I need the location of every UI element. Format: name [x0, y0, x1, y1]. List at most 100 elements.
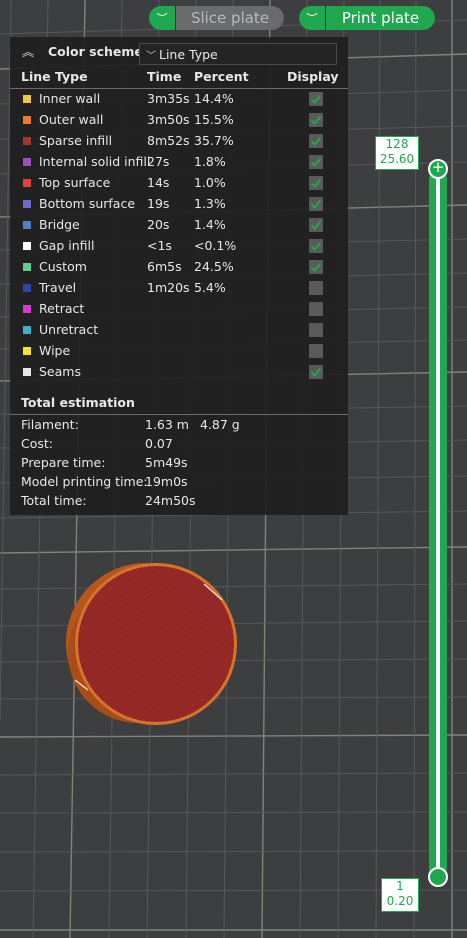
line-type-row: Bridge 20s 1.4% [10, 216, 348, 237]
color-scheme-value: Line Type [159, 46, 218, 62]
print-dropdown-chevron-icon[interactable]: ︶ [299, 6, 326, 30]
line-type-name: Retract [39, 301, 85, 316]
color-scheme-select[interactable]: ﹀ Line Type [139, 43, 337, 65]
line-type-name: Sparse infill [39, 133, 113, 148]
line-type-time: 19s [147, 196, 170, 211]
line-type-percent: 1.3% [194, 196, 226, 211]
layer-slider-top-handle[interactable]: + [428, 158, 448, 179]
total-estimation-title: Total estimation [21, 395, 135, 410]
display-checkbox[interactable] [309, 197, 323, 211]
line-type-name: Wipe [39, 343, 71, 358]
line-type-name: Bridge [39, 217, 80, 232]
check-icon [310, 262, 322, 272]
line-type-percent: 14.4% [194, 91, 234, 106]
display-checkbox[interactable] [309, 302, 323, 316]
slice-plate-label: Slice plate [176, 6, 284, 30]
line-type-time: 6m5s [147, 259, 182, 274]
line-type-time: 1m20s [147, 280, 190, 295]
estimation-value: 19m0s [145, 474, 188, 489]
check-icon [310, 94, 322, 104]
line-type-name: Gap infill [39, 238, 95, 253]
color-swatch [23, 95, 31, 103]
plus-icon: + [431, 158, 445, 176]
line-type-row: Bottom surface 19s 1.3% [10, 195, 348, 216]
color-swatch [23, 305, 31, 313]
display-checkbox[interactable] [309, 344, 323, 358]
line-type-time: 20s [147, 217, 170, 232]
estimation-value2: 4.87 g [200, 417, 240, 432]
line-type-row: Gap infill <1s <0.1% [10, 237, 348, 258]
line-type-percent: 24.5% [194, 259, 234, 274]
line-type-row: Travel 1m20s 5.4% [10, 279, 348, 300]
top-layer-height: 25.60 [379, 152, 415, 166]
color-scheme-panel: ︽ Color scheme ﹀ Line Type Line Type Tim… [10, 37, 348, 515]
color-swatch [23, 137, 31, 145]
line-type-row: Retract [10, 300, 348, 321]
slice-plate-button[interactable]: ︶ Slice plate [149, 6, 284, 30]
check-icon [310, 157, 322, 167]
estimation-row: Total time: 24m50s [10, 493, 348, 512]
line-type-time: 14s [147, 175, 170, 190]
top-layer-tag: 128 25.60 [375, 136, 419, 170]
line-type-time: <1s [147, 238, 172, 253]
slice-dropdown-chevron-icon[interactable]: ︶ [149, 6, 176, 30]
collapse-chevron-icon[interactable]: ︽ [22, 43, 34, 60]
line-type-name: Custom [39, 259, 87, 274]
line-type-name: Top surface [39, 175, 111, 190]
display-checkbox[interactable] [309, 323, 323, 337]
display-checkbox[interactable] [309, 218, 323, 232]
line-type-percent: <0.1% [194, 238, 237, 253]
check-icon [310, 115, 322, 125]
bottom-layer-height: 0.20 [386, 894, 414, 908]
color-swatch [23, 326, 31, 334]
display-checkbox[interactable] [309, 155, 323, 169]
check-icon [310, 136, 322, 146]
line-type-time: 3m50s [147, 112, 190, 127]
display-checkbox[interactable] [309, 260, 323, 274]
color-swatch [23, 200, 31, 208]
estimation-value: 1.63 m [145, 417, 189, 432]
line-type-name: Travel [39, 280, 77, 295]
header-divider [10, 88, 348, 89]
display-checkbox[interactable] [309, 134, 323, 148]
estimation-row: Prepare time: 5m49s [10, 455, 348, 474]
display-checkbox[interactable] [309, 113, 323, 127]
color-scheme-label: Color scheme [48, 44, 143, 59]
panel-header: ︽ Color scheme ﹀ Line Type [10, 37, 348, 67]
layer-slider-range [436, 175, 440, 872]
display-checkbox[interactable] [309, 365, 323, 379]
chevron-down-icon: ﹀ [146, 50, 156, 62]
line-type-row: Custom 6m5s 24.5% [10, 258, 348, 279]
bottom-layer-number: 1 [396, 879, 404, 893]
line-type-row: Outer wall 3m50s 15.5% [10, 111, 348, 132]
estimation-row: Cost: 0.07 [10, 436, 348, 455]
col-header-percent: Percent [194, 69, 249, 84]
layer-slider-bottom-handle[interactable] [428, 867, 448, 887]
bottom-layer-tag: 1 0.20 [381, 878, 419, 912]
color-swatch [23, 158, 31, 166]
line-type-name: Internal solid infill [39, 154, 151, 169]
display-checkbox[interactable] [309, 176, 323, 190]
line-type-row: Top surface 14s 1.0% [10, 174, 348, 195]
line-type-name: Bottom surface [39, 196, 136, 211]
display-checkbox[interactable] [309, 92, 323, 106]
color-swatch [23, 347, 31, 355]
color-swatch [23, 368, 31, 376]
col-header-display: Display [287, 69, 339, 84]
display-checkbox[interactable] [309, 281, 323, 295]
display-checkbox[interactable] [309, 239, 323, 253]
estimation-value: 5m49s [145, 455, 188, 470]
total-divider [10, 414, 348, 415]
line-type-percent: 35.7% [194, 133, 234, 148]
line-type-time: 27s [147, 154, 170, 169]
estimation-value: 0.07 [145, 436, 173, 451]
print-plate-label: Print plate [326, 6, 435, 30]
line-type-percent: 1.4% [194, 217, 226, 232]
line-type-percent: 1.0% [194, 175, 226, 190]
estimation-label: Total time: [21, 493, 87, 508]
line-type-row: Seams [10, 363, 348, 384]
check-icon [310, 241, 322, 251]
line-type-time: 8m52s [147, 133, 190, 148]
line-type-percent: 1.8% [194, 154, 226, 169]
print-plate-button[interactable]: ︶ Print plate [299, 6, 435, 30]
